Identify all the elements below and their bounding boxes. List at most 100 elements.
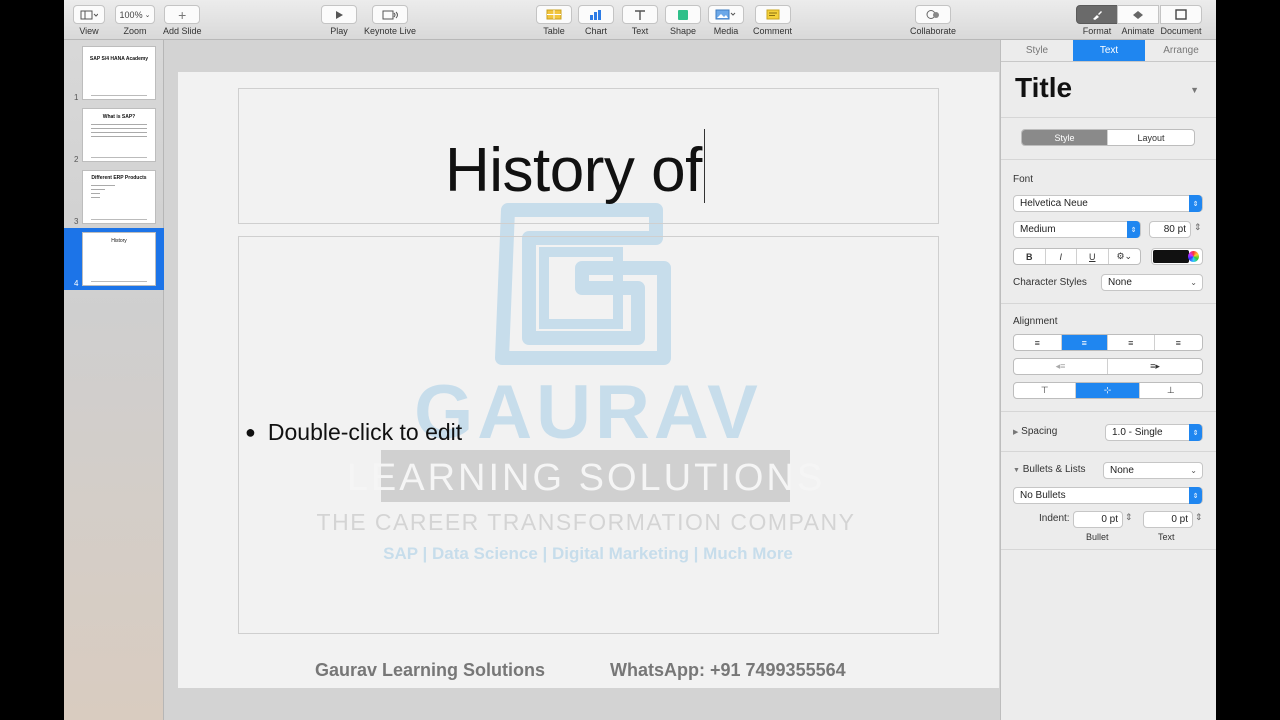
animate-diamond-icon[interactable] xyxy=(1117,5,1159,24)
bullet-indent-stepper[interactable]: ⇕ xyxy=(1125,512,1133,523)
play-control[interactable]: Play xyxy=(321,5,357,36)
media-icon[interactable] xyxy=(708,5,744,24)
align-bottom-icon[interactable]: ⊥ xyxy=(1140,383,1202,398)
paragraph-style-name[interactable]: Title xyxy=(1015,72,1072,104)
text-control[interactable]: Text xyxy=(622,5,658,36)
shape-icon[interactable] xyxy=(665,5,701,24)
tab-text[interactable]: Text xyxy=(1073,40,1145,61)
text-color-well[interactable] xyxy=(1151,248,1203,265)
align-top-icon[interactable]: ⊤ xyxy=(1014,383,1077,398)
animate-control[interactable]: Animate xyxy=(1117,5,1159,36)
text-label: Text xyxy=(631,26,649,36)
underline-button[interactable]: U xyxy=(1077,249,1109,264)
slide-thumbnail-4[interactable]: History 4 xyxy=(64,228,164,290)
add-slide-label: Add Slide xyxy=(163,26,202,36)
shape-control[interactable]: Shape xyxy=(665,5,701,36)
slide-title[interactable]: History of xyxy=(445,129,705,206)
decrease-indent-icon[interactable]: ◂≡ xyxy=(1014,359,1108,374)
animate-label: Animate xyxy=(1121,26,1155,36)
style-dropdown-icon[interactable]: ▼ xyxy=(1190,85,1199,95)
document-icon[interactable] xyxy=(1160,5,1202,24)
stepper-icon: ⇕ xyxy=(1189,424,1202,441)
comment-icon[interactable] xyxy=(754,5,791,24)
table-control[interactable]: Table xyxy=(536,5,572,36)
slide-thumbnail-1[interactable]: SAP S/4 HANA Academy 1 xyxy=(64,42,164,104)
chart-icon[interactable] xyxy=(578,5,614,24)
spacing-section: ▶ Spacing 1.0 - Single ⇕ xyxy=(1001,412,1216,452)
font-size-field[interactable]: 80 pt xyxy=(1149,221,1191,238)
slide[interactable]: GAURAV LEARNING SOLUTIONS THE CAREER TRA… xyxy=(178,72,999,688)
add-slide-control[interactable]: + Add Slide xyxy=(163,5,202,36)
align-right-icon[interactable]: ≡ xyxy=(1108,335,1155,350)
thumbnail-preview: History xyxy=(82,232,156,286)
keynote-live-control[interactable]: Keynote Live xyxy=(364,5,416,36)
subtab-layout[interactable]: Layout xyxy=(1108,130,1194,145)
text-style-buttons: B I U ⚙⌄ xyxy=(1013,248,1141,265)
bullet-indent-field[interactable]: 0 pt xyxy=(1073,511,1123,528)
align-center-icon[interactable]: ≡ xyxy=(1061,335,1109,350)
align-justify-icon[interactable]: ≡ xyxy=(1155,335,1202,350)
bold-button[interactable]: B xyxy=(1014,249,1046,264)
spacing-label[interactable]: ▶ Spacing xyxy=(1013,426,1057,437)
italic-button[interactable]: I xyxy=(1046,249,1077,264)
comment-control[interactable]: Comment xyxy=(753,5,792,36)
font-weight-select[interactable]: Medium ⇕ xyxy=(1013,221,1141,238)
zoom-select[interactable]: 100% ⌄ xyxy=(115,5,155,24)
font-label: Font xyxy=(1013,174,1034,185)
bullets-value: None xyxy=(1110,465,1134,476)
view-icon[interactable] xyxy=(73,5,105,24)
font-family-select[interactable]: Helvetica Neue ⇕ xyxy=(1013,195,1203,212)
tab-arrange[interactable]: Arrange xyxy=(1145,40,1216,61)
spacing-value: 1.0 - Single xyxy=(1112,427,1163,438)
character-styles-select[interactable]: None ⌄ xyxy=(1101,274,1203,291)
format-control[interactable]: Format xyxy=(1076,5,1118,36)
bullets-label-text: Bullets & Lists xyxy=(1022,464,1086,475)
spacing-select[interactable]: 1.0 - Single ⇕ xyxy=(1105,424,1203,441)
text-indent-field[interactable]: 0 pt xyxy=(1143,511,1193,528)
view-label: View xyxy=(79,26,99,36)
bullet-dot: ● xyxy=(245,422,256,442)
collaborate-control[interactable]: Collaborate xyxy=(910,5,956,36)
chevron-down-icon: ⌄ xyxy=(1190,466,1197,475)
bullet-style-select[interactable]: No Bullets ⇕ xyxy=(1013,487,1203,504)
toolbar: View 100% ⌄ Zoom + Add Slide Play Keynote… xyxy=(64,0,1216,40)
format-label: Format xyxy=(1082,26,1112,36)
bullets-label[interactable]: ▼ Bullets & Lists xyxy=(1013,464,1086,475)
keynote-live-icon[interactable] xyxy=(372,5,409,24)
slide-navigator: SAP S/4 HANA Academy 1 What is SAP? 2 Di… xyxy=(64,40,164,720)
chart-control[interactable]: Chart xyxy=(578,5,614,36)
view-control[interactable]: View xyxy=(73,5,105,36)
thumbnail-preview: Different ERP Products xyxy=(82,170,156,224)
gear-icon[interactable]: ⚙⌄ xyxy=(1109,249,1140,264)
slide-thumbnail-3[interactable]: Different ERP Products 3 xyxy=(64,166,164,228)
tab-style[interactable]: Style xyxy=(1001,40,1073,61)
add-slide-icon[interactable]: + xyxy=(164,5,201,24)
body-placeholder[interactable]: ● Double-click to edit xyxy=(238,236,939,634)
thumbnail-footer xyxy=(91,95,147,96)
document-control[interactable]: Document xyxy=(1160,5,1202,36)
color-wheel-icon[interactable] xyxy=(1188,251,1199,262)
thumbnail-text-line xyxy=(91,185,115,186)
subtab-style[interactable]: Style xyxy=(1022,130,1108,145)
slide-thumbnail-2[interactable]: What is SAP? 2 xyxy=(64,104,164,166)
font-family-value: Helvetica Neue xyxy=(1020,198,1088,209)
format-brush-icon[interactable] xyxy=(1076,5,1118,24)
play-icon[interactable] xyxy=(321,5,357,24)
align-left-icon[interactable]: ≡ xyxy=(1014,335,1062,350)
title-placeholder[interactable]: History of xyxy=(238,88,939,224)
slide-number: 1 xyxy=(74,93,79,102)
text-icon[interactable] xyxy=(622,5,658,24)
thumbnail-preview: SAP S/4 HANA Academy xyxy=(82,46,156,100)
align-middle-icon[interactable]: ⊹ xyxy=(1076,383,1140,398)
bullets-select[interactable]: None ⌄ xyxy=(1103,462,1203,479)
text-color-swatch xyxy=(1153,250,1189,263)
zoom-control[interactable]: 100% ⌄ Zoom xyxy=(115,5,155,36)
media-control[interactable]: Media xyxy=(708,5,744,36)
increase-indent-icon[interactable]: ≡▸ xyxy=(1108,359,1202,374)
text-indent-stepper[interactable]: ⇕ xyxy=(1195,512,1203,523)
font-size-stepper[interactable]: ⇕ xyxy=(1194,222,1202,233)
table-icon[interactable] xyxy=(536,5,572,24)
collaborate-icon[interactable] xyxy=(915,5,952,24)
body-bullet[interactable]: ● Double-click to edit xyxy=(245,419,462,446)
thumbnail-footer xyxy=(91,281,147,282)
